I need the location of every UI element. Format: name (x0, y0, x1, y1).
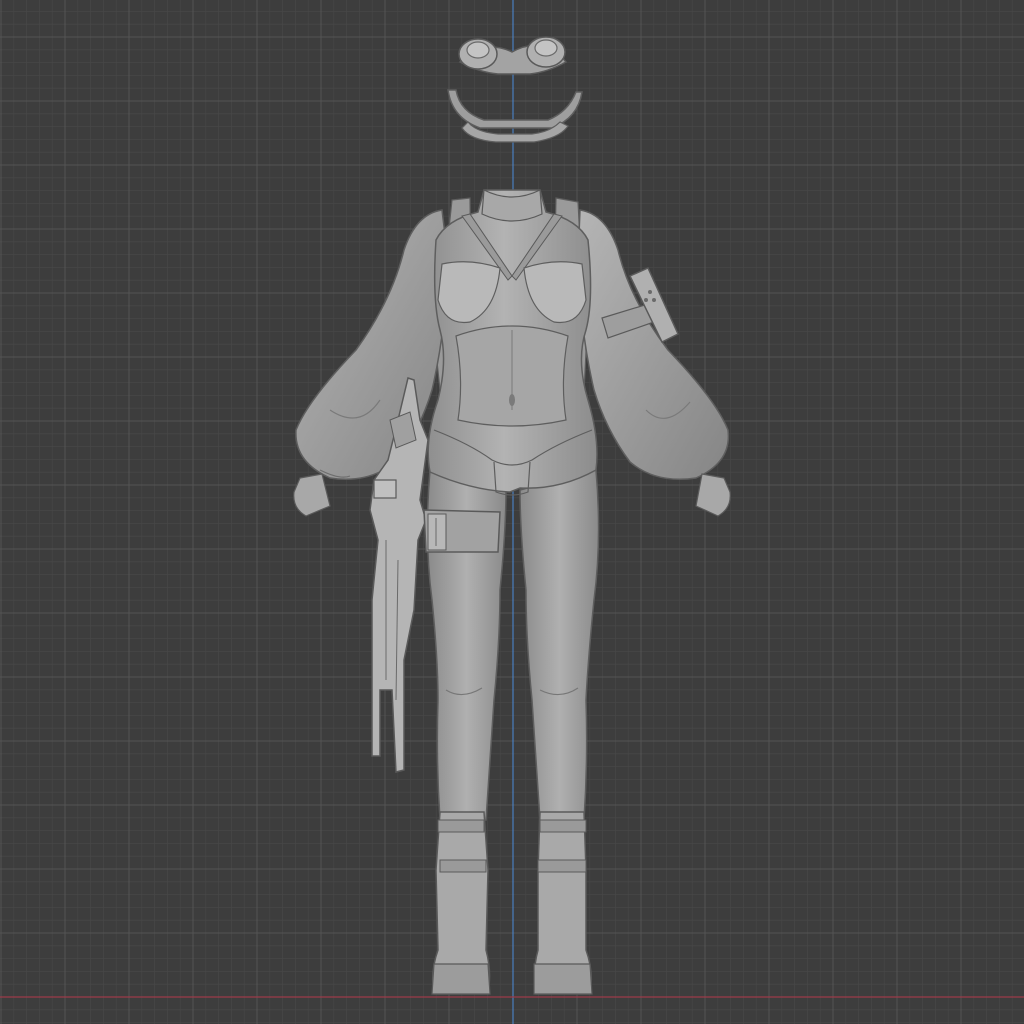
thigh-strap[interactable] (423, 509, 501, 553)
right-sleeve[interactable] (577, 209, 731, 517)
left-boot[interactable] (431, 811, 491, 995)
right-leg[interactable] (519, 469, 600, 821)
goggles[interactable] (447, 36, 583, 143)
left-sleeve[interactable] (293, 209, 449, 517)
character-model[interactable] (0, 0, 1024, 1024)
bodysuit[interactable] (427, 189, 598, 496)
right-boot[interactable] (533, 811, 593, 995)
3d-viewport[interactable] (0, 0, 1024, 1024)
